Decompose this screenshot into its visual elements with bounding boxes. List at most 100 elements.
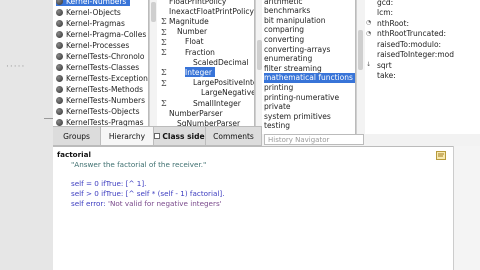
package-item[interactable]: Kernel-Pragmas [56,18,125,28]
package-label: Kernel-Numbers [66,0,127,6]
package-bullet-icon [56,30,63,38]
package-item[interactable]: Kernel-Objects [56,7,121,17]
class-side-checkbox[interactable] [154,133,161,139]
protocol-item[interactable]: mathematical functions [264,72,355,83]
package-label: Kernel-Pragma-Colles [66,29,147,39]
package-label: KernelTests-Methods [66,84,143,94]
package-scroll-thumb[interactable] [151,2,156,22]
class-side-sigma-icon: Σ [161,48,167,57]
method-list[interactable]: gcd: lcm: ◔ nthRoot: ◔ nthRootTruncated: raise… [365,0,480,126]
history-navigator-field[interactable]: History Navigator [264,134,364,145]
class-side-sigma-icon: Σ [161,37,167,47]
class-side-label: Class side [162,131,205,141]
protocol-item[interactable]: comparing [264,25,304,35]
method-item[interactable]: raisedToInteger:mod [377,50,454,60]
method-selector: factorial [57,149,91,159]
package-item[interactable]: KernelTests-Pragmas [56,117,144,126]
class-scrollbar[interactable] [255,0,262,126]
method-label: sqrt [377,60,392,70]
protocol-item[interactable]: private [264,102,291,112]
protocol-item[interactable]: filter streaming [264,63,322,73]
protocol-scroll-thumb[interactable] [358,30,363,70]
class-item[interactable]: Number [177,27,207,37]
code-editor[interactable]: factorial "Answer the factorial of the r… [53,146,453,270]
class-item[interactable]: ScaledDecimal [193,57,249,67]
groups-button[interactable]: Groups [53,127,101,145]
protocol-item[interactable]: benchmarks [264,6,310,16]
method-item[interactable]: gcd: [377,0,393,7]
protocol-item[interactable]: bit manipulation [264,15,325,25]
class-list[interactable]: FloatPrintPolicy InexactFloatPrintPolicy Σ… [157,0,255,126]
package-list[interactable]: Kernel-Numbers Kernel-Objects Kernel-Pragm… [53,0,149,126]
package-item[interactable]: KernelTests-Chronolo [56,51,144,61]
class-item[interactable]: Fraction [185,47,215,57]
protocol-label: system primitives [264,111,331,121]
protocol-scrollbar[interactable] [356,0,365,134]
class-item[interactable]: InexactFloatPrintPolicy [169,6,254,16]
method-item[interactable]: raisedTo:modulo: [377,39,441,49]
code-scrollbar[interactable] [453,146,480,270]
code-line-3-receiver: self error: [71,198,108,208]
class-item[interactable]: FloatPrintPolicy [169,0,226,6]
package-item[interactable]: KernelTests-Exception [56,73,148,83]
class-item[interactable]: SqNumberParser [177,118,240,126]
method-item[interactable]: take: [377,71,396,81]
package-bullet-icon [56,41,63,49]
protocol-item[interactable]: testing [264,121,290,131]
method-item[interactable]: lcm: [377,8,393,18]
method-label: lcm: [377,8,394,17]
package-bullet-icon [56,85,63,93]
hierarchy-button[interactable]: Hierarchy [101,127,154,145]
package-item[interactable]: KernelTests-Objects [56,106,140,116]
package-label: KernelTests-Numbers [66,95,145,105]
class-item[interactable]: LargePositiveInte [193,78,254,88]
class-label: InexactFloatPrintPolicy [169,6,254,16]
comments-button[interactable]: Comments [206,127,262,145]
class-side-sigma-icon: Σ [161,99,167,108]
class-label: Number [177,27,208,37]
left-gutter: ····· [0,0,54,270]
package-bullet-icon [56,19,63,27]
class-side-sigma-icon: Σ [161,27,167,37]
protocol-item[interactable]: enumerating [264,54,312,64]
protocol-item[interactable]: converting-arrays [264,44,330,54]
class-item[interactable]: Integer [185,67,215,78]
protocol-item[interactable]: printing [264,82,293,92]
method-item[interactable]: sqrt [377,60,392,70]
package-item[interactable]: KernelTests-Methods [56,84,143,94]
override-arrow-icon: ↓ [366,61,372,68]
class-item[interactable]: SmallInteger [193,98,241,108]
protocol-label: enumerating [264,54,313,64]
package-item[interactable]: Kernel-Numbers [56,0,131,6]
protocol-item[interactable]: converting [264,34,304,44]
package-item[interactable]: Kernel-Processes [56,40,129,50]
method-label: raisedToInteger:mod [377,50,454,59]
protocol-list[interactable]: arithmetic benchmarks bit manipulation comp… [262,0,356,134]
class-item[interactable]: Magnitude [169,16,209,26]
class-label: FloatPrintPolicy [169,0,227,6]
protocol-label: converting [264,34,305,44]
protocol-item[interactable]: printing-numerative [264,92,339,102]
class-item[interactable]: LargeNegative [201,88,255,98]
package-scrollbar[interactable] [149,0,157,126]
package-label: Kernel-Pragmas [66,18,125,28]
protocol-label: printing-numerative [264,92,340,102]
package-bullet-icon [56,96,63,104]
protocol-label: private [264,102,291,112]
class-item[interactable]: NumberParser [169,108,223,118]
class-item[interactable]: Float [185,37,204,47]
package-item[interactable]: KernelTests-Classes [56,62,139,72]
format-code-icon[interactable] [436,151,446,160]
package-item[interactable]: KernelTests-Numbers [56,95,145,105]
protocol-item[interactable]: system primitives [264,111,331,121]
method-item[interactable]: nthRootTruncated: [377,29,446,39]
method-item[interactable]: nthRoot: [377,18,409,28]
class-label: LargeNegative [201,88,255,98]
protocol-label: bit manipulation [264,15,326,25]
package-item[interactable]: Kernel-Pragma-Colles [56,29,146,39]
code-line-1: self = 0 ifTrue: [^ 1]. [71,178,147,188]
class-side-toggle[interactable]: Class side [154,127,206,145]
protocol-label: printing [264,82,294,92]
class-label: SqNumberParser [177,118,241,126]
protocol-label: comparing [264,25,305,35]
